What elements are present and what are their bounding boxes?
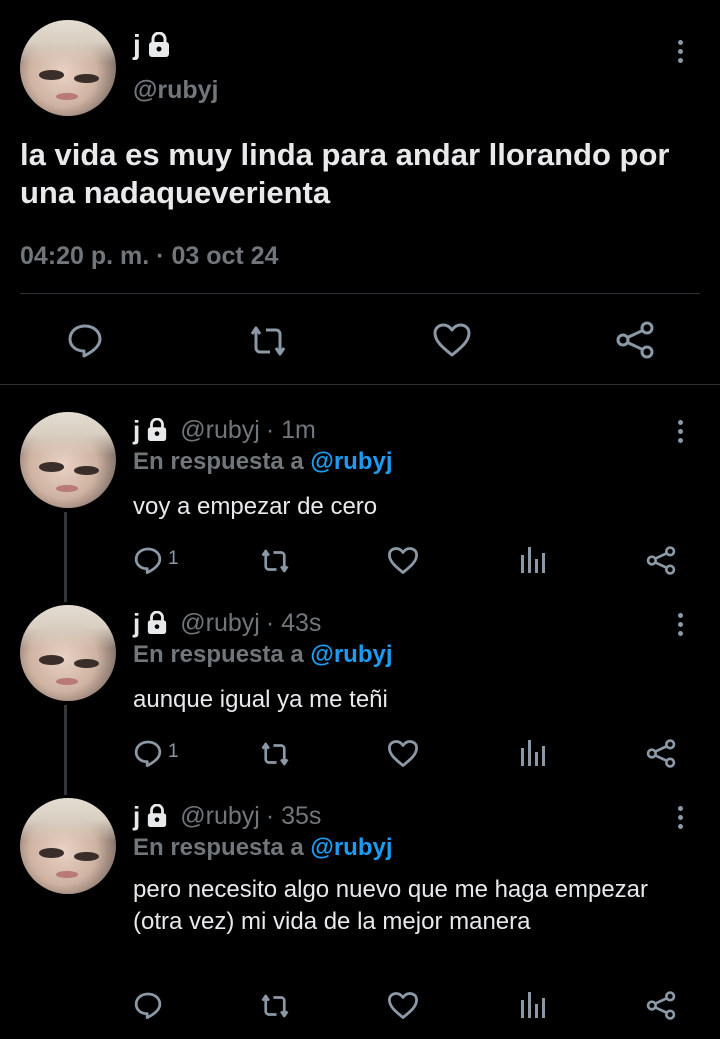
share-icon[interactable] — [645, 545, 677, 576]
reply-bubble-icon[interactable] — [133, 990, 163, 1020]
more-vertical-icon[interactable] — [678, 806, 684, 833]
heart-icon[interactable] — [387, 991, 419, 1020]
views-bars-icon[interactable] — [519, 990, 545, 1020]
reply-bubble-icon[interactable] — [66, 321, 104, 359]
reply-context-label: En respuesta a — [133, 641, 304, 668]
avatar[interactable] — [20, 412, 116, 508]
retweet-icon[interactable] — [246, 324, 290, 358]
reply-tweet[interactable]: j @rubyj · 35s En respuesta a @rubyj per… — [0, 776, 720, 1039]
handle[interactable]: @rubyj — [180, 416, 260, 445]
divider — [0, 384, 720, 385]
views-bars-icon[interactable] — [519, 738, 545, 768]
reply-bubble-icon[interactable] — [133, 738, 163, 768]
reply-count: 1 — [168, 548, 179, 569]
post-time: · 1m — [265, 415, 316, 444]
reply-tweet[interactable]: j @rubyj · 1m En respuesta a @rubyj voy … — [0, 390, 720, 602]
lock-icon — [148, 611, 167, 634]
tweet-text: la vida es muy linda para andar llorando… — [20, 137, 670, 210]
timestamp[interactable]: 04:20 p. m. · 03 oct 24 — [20, 242, 278, 271]
lock-icon — [148, 32, 169, 57]
post-time: · 43s — [265, 608, 322, 637]
avatar[interactable] — [20, 798, 116, 894]
more-vertical-icon[interactable] — [678, 40, 684, 67]
handle[interactable]: @rubyj — [180, 609, 260, 638]
display-name[interactable]: j — [133, 29, 141, 61]
share-icon[interactable] — [614, 320, 656, 360]
heart-icon[interactable] — [387, 546, 419, 575]
divider — [20, 293, 700, 294]
tweet-text: aunque igual ya me teñi — [133, 686, 388, 713]
views-bars-icon[interactable] — [519, 545, 545, 575]
display-name[interactable]: j — [133, 801, 140, 832]
reply-context-handle[interactable]: @rubyj — [310, 448, 392, 475]
reply-bubble-icon[interactable] — [133, 545, 163, 575]
tweet-text: voy a empezar de cero — [133, 493, 378, 520]
avatar[interactable] — [20, 605, 116, 701]
heart-icon[interactable] — [432, 322, 472, 358]
retweet-icon[interactable] — [258, 547, 292, 575]
reply-context-label: En respuesta a — [133, 834, 304, 861]
share-icon[interactable] — [645, 738, 677, 769]
tweet-text: pero necesito algo nuevo que me haga emp… — [133, 876, 649, 935]
more-vertical-icon[interactable] — [678, 613, 684, 640]
display-name[interactable]: j — [133, 608, 140, 639]
retweet-icon[interactable] — [258, 740, 292, 768]
reply-context-label: En respuesta a — [133, 448, 304, 475]
handle[interactable]: @rubyj — [133, 76, 219, 105]
lock-icon — [148, 804, 167, 827]
post-time: · 35s — [265, 801, 322, 830]
handle[interactable]: @rubyj — [180, 802, 260, 831]
retweet-icon[interactable] — [258, 992, 292, 1020]
reply-tweet[interactable]: j @rubyj · 43s En respuesta a @rubyj aun… — [0, 583, 720, 795]
reply-count: 1 — [168, 741, 179, 762]
display-name[interactable]: j — [133, 415, 140, 446]
reply-context-handle[interactable]: @rubyj — [310, 834, 392, 861]
reply-context-handle[interactable]: @rubyj — [310, 641, 392, 668]
avatar[interactable] — [20, 20, 116, 116]
lock-icon — [148, 418, 167, 441]
main-tweet: j @rubyj la vida es muy linda para andar… — [0, 0, 720, 385]
more-vertical-icon[interactable] — [678, 420, 684, 447]
heart-icon[interactable] — [387, 739, 419, 768]
share-icon[interactable] — [645, 990, 677, 1021]
